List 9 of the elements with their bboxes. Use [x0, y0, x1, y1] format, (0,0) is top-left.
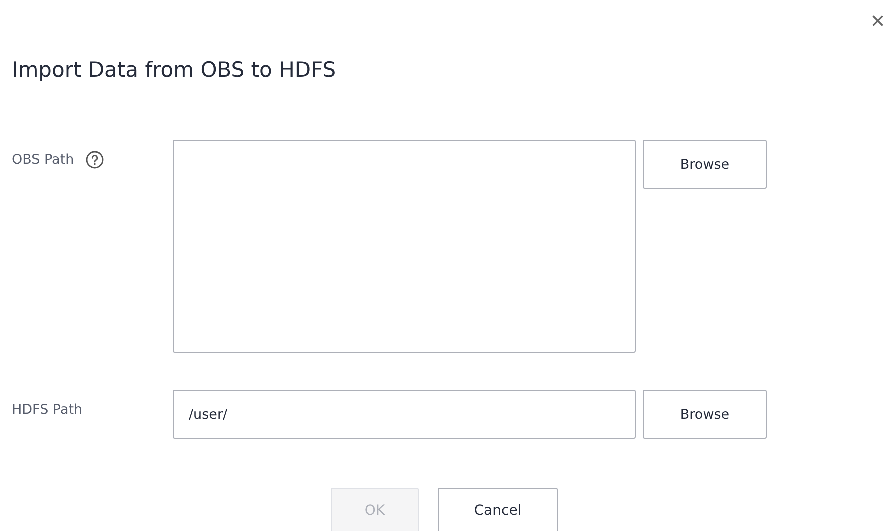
field-label: HDFS Path [12, 402, 83, 418]
help-icon[interactable] [86, 151, 104, 169]
cancel-button[interactable]: Cancel [438, 488, 558, 531]
path-input[interactable]: /user/ [173, 390, 636, 439]
field-label: OBS Path [12, 152, 74, 168]
dialog-title: Import Data from OBS to HDFS [12, 57, 338, 84]
browse-button[interactable]: Browse [643, 140, 767, 189]
browse-button[interactable]: Browse [643, 390, 767, 439]
close-button[interactable]: × [866, 10, 889, 34]
